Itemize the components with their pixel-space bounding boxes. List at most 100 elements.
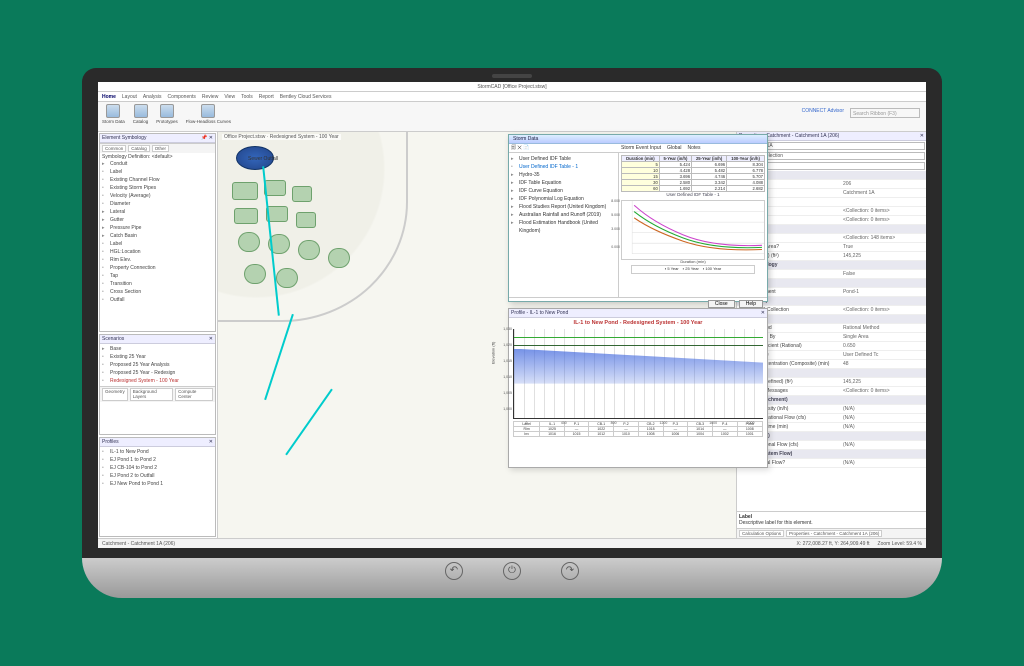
tree-item[interactable]: Gutter — [102, 216, 213, 224]
tree-item[interactable]: Existing Channel Flow — [102, 176, 213, 184]
profiles-panel: Profiles✕ IL-1 to New Pond EJ Pond 1 to … — [99, 437, 216, 538]
close-icon[interactable]: ✕ — [209, 336, 213, 342]
tree-item[interactable]: EJ CB-104 to Pond 2 — [102, 464, 213, 472]
ribbon-tab-view[interactable]: View — [224, 94, 235, 100]
tree-item-active[interactable]: Redesigned System - 100 Year — [102, 377, 213, 385]
tree-item[interactable]: Tap — [102, 272, 213, 280]
tree-item[interactable]: Existing Storm Pipes — [102, 184, 213, 192]
map-scenario-dropdown[interactable]: Redesigned System - 100 Year — [270, 134, 339, 140]
tree-item[interactable]: User Defined IDF Table — [511, 155, 616, 163]
tree-item-selected[interactable]: User Defined IDF Table - 1 — [511, 163, 616, 171]
titlebar: StormCAD [Office Project.stsw] — [98, 82, 926, 92]
ribbon-tab-components[interactable]: Components — [168, 94, 196, 100]
tree-item[interactable]: IDF Polynomial Log Equation — [511, 195, 616, 203]
ribbon-tab-report[interactable]: Report — [259, 94, 274, 100]
tree-item[interactable]: Label — [102, 240, 213, 248]
status-coords: X: 272,008.27 ft, Y: 264,909.49 ft — [797, 541, 870, 547]
pipe-element[interactable] — [264, 314, 294, 400]
panel-title: Element Symbology — [102, 135, 146, 141]
prototypes-button[interactable]: Prototypes — [156, 104, 178, 124]
tree-item[interactable]: Proposed 25 Year Analysis — [102, 361, 213, 369]
pin-icon[interactable]: 📌 ✕ — [201, 135, 213, 141]
close-icon[interactable]: ✕ — [761, 310, 765, 316]
connect-advisor-link[interactable]: CONNECT Advisor — [802, 108, 844, 114]
app-screen: StormCAD [Office Project.stsw] Home Layo… — [98, 82, 926, 548]
ribbon-tab-cloud[interactable]: Bentley Cloud Services — [280, 94, 332, 100]
tree-item[interactable]: Proposed 25 Year - Redesign — [102, 369, 213, 377]
storm-source-tree[interactable]: User Defined IDF Table User Defined IDF … — [509, 153, 619, 297]
tree-item[interactable]: Rim Elev. — [102, 256, 213, 264]
tree-item[interactable]: Catch Basin — [102, 232, 213, 240]
headloss-button[interactable]: Flow-Headloss Curves — [186, 104, 231, 124]
ribbon-tab-analysis[interactable]: Analysis — [143, 94, 162, 100]
catalog-icon — [134, 104, 148, 118]
tree-item[interactable]: Pressure Pipe — [102, 224, 213, 232]
catalog-button[interactable]: Catalog — [133, 104, 149, 124]
tree-item[interactable]: Velocity (Average) — [102, 192, 213, 200]
tree-item[interactable]: Conduit — [102, 160, 213, 168]
ribbon-tab-review[interactable]: Review — [202, 94, 218, 100]
close-button[interactable]: Close — [708, 300, 735, 308]
symb-tab-common[interactable]: Common — [102, 145, 126, 152]
tree-item[interactable]: EJ New Pond to Pond 1 — [102, 480, 213, 488]
tree-item[interactable]: IDF Curve Equation — [511, 187, 616, 195]
storm-tab-input[interactable]: Storm Event Input — [621, 145, 661, 151]
ribbon-search[interactable]: Search Ribbon (F3) — [850, 108, 920, 118]
profiles-tree[interactable]: IL-1 to New Pond EJ Pond 1 to Pond 2 EJ … — [102, 448, 213, 488]
tree-item[interactable]: Lateral — [102, 208, 213, 216]
scen-tab-compute[interactable]: Compute Center — [175, 388, 213, 401]
scen-tab-bg[interactable]: Background Layers — [130, 388, 173, 401]
cloud-icon — [106, 104, 120, 118]
symb-tab-other[interactable]: Other — [152, 145, 169, 152]
panel-title: Scenarios — [102, 336, 124, 342]
tree-item[interactable]: EJ Pond 2 to Outfall — [102, 472, 213, 480]
symb-tab-catalog[interactable]: Catalog — [128, 145, 150, 152]
idf-legend: ▪ 5 Year ▪ 25 Year ▪ 100 Year — [631, 265, 755, 274]
storm-data-dialog[interactable]: Storm Data 🗐 ✕ 📄 Storm Event Input Globa… — [508, 134, 768, 302]
tree-item[interactable]: Property Connection — [102, 264, 213, 272]
tree-item[interactable]: Diameter — [102, 200, 213, 208]
tree-item[interactable]: Hydro-35 — [511, 171, 616, 179]
storm-tab-global[interactable]: Global — [667, 145, 681, 151]
bottom-tab-props[interactable]: Properties - Catchment - Catchment 1A (2… — [786, 530, 882, 537]
tree-item[interactable]: EJ Pond 1 to Pond 2 — [102, 456, 213, 464]
tree-item[interactable]: Flood Studies Report (United Kingdom) — [511, 203, 616, 211]
close-icon[interactable]: ✕ — [920, 133, 924, 139]
profile-window[interactable]: Profile - IL-1 to New Pond✕ IL-1 to New … — [508, 308, 768, 468]
tree-item[interactable]: Flood Estimation Handbook (United Kingdo… — [511, 219, 616, 235]
close-icon[interactable]: ✕ — [209, 439, 213, 445]
storm-tab-notes[interactable]: Notes — [687, 145, 700, 151]
profile-title: IL-1 to New Pond - Redesigned System - 1… — [509, 318, 767, 329]
ribbon-tab-tools[interactable]: Tools — [241, 94, 253, 100]
idf-table[interactable]: Duration (min)5-Year (in/h)25-Year (in/h… — [621, 155, 765, 192]
bottom-tab-calc[interactable]: Calculation Options — [739, 530, 784, 537]
tree-item[interactable]: Cross Section — [102, 288, 213, 296]
profile-data-table[interactable]: LabelIL-1P-1CB-1P-2CB-2P-3CB-3P-4Pond Ri… — [513, 421, 763, 438]
tree-item[interactable]: Label — [102, 168, 213, 176]
storm-data-button[interactable]: Storm Data — [102, 104, 125, 124]
tree-item[interactable]: Transition — [102, 280, 213, 288]
help-button[interactable]: Help — [739, 300, 763, 308]
laptop-base: ↶ ⏻ ↷ — [82, 558, 942, 598]
forward-button-icon: ↷ — [561, 562, 579, 580]
ribbon-tab-layout[interactable]: Layout — [122, 94, 137, 100]
tree-item[interactable]: HGL:Location — [102, 248, 213, 256]
scen-tab-geometry[interactable]: Geometry — [102, 388, 128, 401]
tree-item[interactable]: IDF Table Equation — [511, 179, 616, 187]
symbology-tree[interactable]: Conduit Label Existing Channel Flow Exis… — [102, 160, 213, 304]
tree-item[interactable]: Existing 25 Year — [102, 353, 213, 361]
tree-item[interactable]: Outfall — [102, 296, 213, 304]
tree-item[interactable]: Australian Rainfall and Runoff (2019) — [511, 211, 616, 219]
outfall-label: Sewer Outfall — [248, 156, 278, 162]
statusbar: Catchment - Catchment 1A (206) X: 272,00… — [98, 538, 926, 548]
pipe-element[interactable] — [285, 389, 333, 456]
tree-item[interactable]: Base — [102, 345, 213, 353]
main-view: Office Project.stsw · Redesigned System … — [218, 132, 736, 538]
laptop-frame: StormCAD [Office Project.stsw] Home Layo… — [82, 68, 942, 598]
power-button-icon: ⏻ — [503, 562, 521, 580]
scenarios-panel: Scenarios ✕ Base Existing 25 Year Propose… — [99, 334, 216, 435]
tree-item[interactable]: IL-1 to New Pond — [102, 448, 213, 456]
ribbon-tab-home[interactable]: Home — [102, 94, 116, 100]
scenarios-tree[interactable]: Base Existing 25 Year Proposed 25 Year A… — [102, 345, 213, 385]
back-button-icon: ↶ — [445, 562, 463, 580]
